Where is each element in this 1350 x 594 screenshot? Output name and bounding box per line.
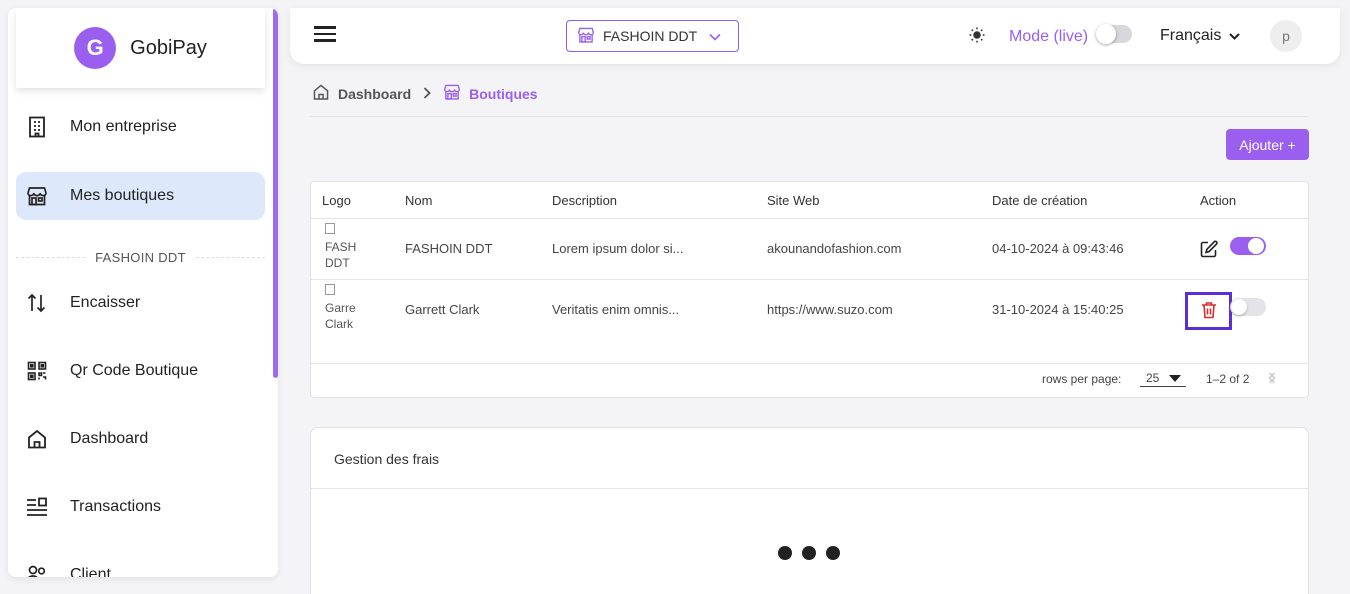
store-icon (577, 26, 595, 47)
sidebar-item-label: Dashboard (70, 430, 149, 447)
sidebar-item-label: Qr Code Boutique (70, 362, 199, 379)
column-header-description[interactable]: Description (552, 193, 617, 208)
sidebar-section-label: FASHOIN DDT (16, 250, 265, 265)
store-icon (443, 83, 461, 104)
sidebar-item-label: Mon entreprise (70, 118, 177, 135)
trash-icon (1201, 301, 1217, 322)
shops-table: Logo Nom Description Site Web Date de cr… (310, 181, 1309, 398)
column-header-site-web[interactable]: Site Web (767, 193, 820, 208)
sidebar-item-mon-entreprise[interactable]: Mon entreprise (16, 103, 265, 151)
mode-toggle[interactable] (1096, 24, 1132, 44)
fees-card: Gestion des frais (310, 427, 1309, 594)
sidebar-item-label: Mes boutiques (70, 187, 175, 204)
sidebar-item-label: Encaisser (70, 294, 141, 311)
column-header-nom[interactable]: Nom (405, 193, 432, 208)
qrcode-icon (26, 360, 48, 382)
language-selector[interactable]: Français (1160, 27, 1241, 45)
column-header-logo[interactable]: Logo (322, 193, 351, 208)
loading-spinner-icon (778, 546, 840, 560)
table-row[interactable]: Garre Clark Garrett Clark Veritatis enim… (311, 280, 1308, 364)
pagination-range: 1–2 of 2 (1206, 372, 1250, 386)
table-header: Logo Nom Description Site Web Date de cr… (311, 182, 1308, 219)
chevron-down-icon (709, 28, 721, 44)
divider (311, 488, 1308, 489)
hamburger-menu-icon[interactable] (314, 26, 336, 44)
shop-name: Garrett Clark (405, 302, 480, 317)
top-header: FASHOIN DDT Mode (live) Français p (290, 8, 1340, 64)
sidebar: G GobiPay Mon entreprise Mes boutiques F… (8, 8, 278, 577)
users-icon (26, 564, 48, 577)
shop-description: Veritatis enim omnis... (552, 302, 680, 317)
breadcrumb: Dashboard Boutiques (312, 83, 538, 104)
shop-selector-value: FASHOIN DDT (603, 28, 698, 44)
shop-active-toggle[interactable] (1230, 237, 1266, 255)
shop-logo-image: Garre Clark (325, 284, 365, 332)
shop-name: FASHOIN DDT (405, 241, 493, 256)
transactions-icon (26, 496, 48, 518)
table-row[interactable]: FASH DDT FASHOIN DDT Lorem ipsum dolor s… (311, 219, 1308, 280)
sidebar-scrollbar[interactable] (273, 8, 278, 378)
shop-active-toggle[interactable] (1230, 298, 1266, 316)
shop-website: https://www.suzo.com (767, 302, 893, 317)
gobipay-logo-icon: G (74, 27, 117, 69)
broken-image-icon (325, 223, 335, 234)
breadcrumb-current: Boutiques (469, 85, 538, 102)
sidebar-item-dashboard[interactable]: Dashboard (16, 415, 265, 463)
avatar[interactable]: p (1270, 20, 1302, 52)
breadcrumb-dashboard-link[interactable]: Dashboard (338, 86, 411, 102)
broken-image-icon (325, 284, 335, 295)
store-icon (26, 185, 48, 207)
chevron-right-icon (423, 86, 431, 102)
chevron-right-icon[interactable] (1268, 371, 1276, 387)
sidebar-item-label: Transactions (70, 498, 161, 515)
brand[interactable]: G GobiPay (16, 8, 265, 88)
shop-website: akounandofashion.com (767, 241, 902, 256)
sidebar-item-encaisser[interactable]: Encaisser (16, 279, 265, 327)
sidebar-item-mes-boutiques[interactable]: Mes boutiques (16, 172, 265, 220)
add-shop-button[interactable]: Ajouter + (1226, 129, 1309, 160)
sun-icon[interactable] (968, 26, 986, 49)
mode-label: Mode (live) (1009, 28, 1089, 45)
edit-icon[interactable] (1200, 240, 1218, 261)
shop-created-date: 31-10-2024 à 15:40:25 (992, 302, 1124, 317)
rows-per-page-label: rows per page: (1042, 372, 1122, 386)
shop-description: Lorem ipsum dolor si... (552, 241, 684, 256)
delete-button[interactable] (1185, 292, 1232, 330)
building-icon (26, 116, 48, 138)
shop-created-date: 04-10-2024 à 09:43:46 (992, 241, 1124, 256)
language-value: Français (1160, 27, 1222, 44)
home-icon (312, 83, 330, 104)
column-header-date[interactable]: Date de création (992, 193, 1087, 208)
caret-down-icon (1169, 371, 1182, 385)
rows-per-page-select[interactable]: 25 (1140, 369, 1186, 387)
column-header-action: Action (1200, 193, 1237, 208)
chevron-down-icon (1229, 27, 1241, 45)
divider (310, 116, 1308, 117)
fees-card-title: Gestion des frais (334, 451, 440, 467)
home-icon (26, 428, 48, 450)
sidebar-item-client[interactable]: Client (16, 551, 265, 577)
sidebar-item-label: Client (70, 566, 111, 577)
brand-name: GobiPay (130, 36, 207, 59)
arrows-updown-icon (26, 292, 48, 314)
shop-logo-image: FASH DDT (325, 223, 365, 271)
shop-selector[interactable]: FASHOIN DDT (566, 20, 739, 52)
sidebar-item-qr-code[interactable]: Qr Code Boutique (16, 347, 265, 395)
sidebar-item-transactions[interactable]: Transactions (16, 483, 265, 531)
